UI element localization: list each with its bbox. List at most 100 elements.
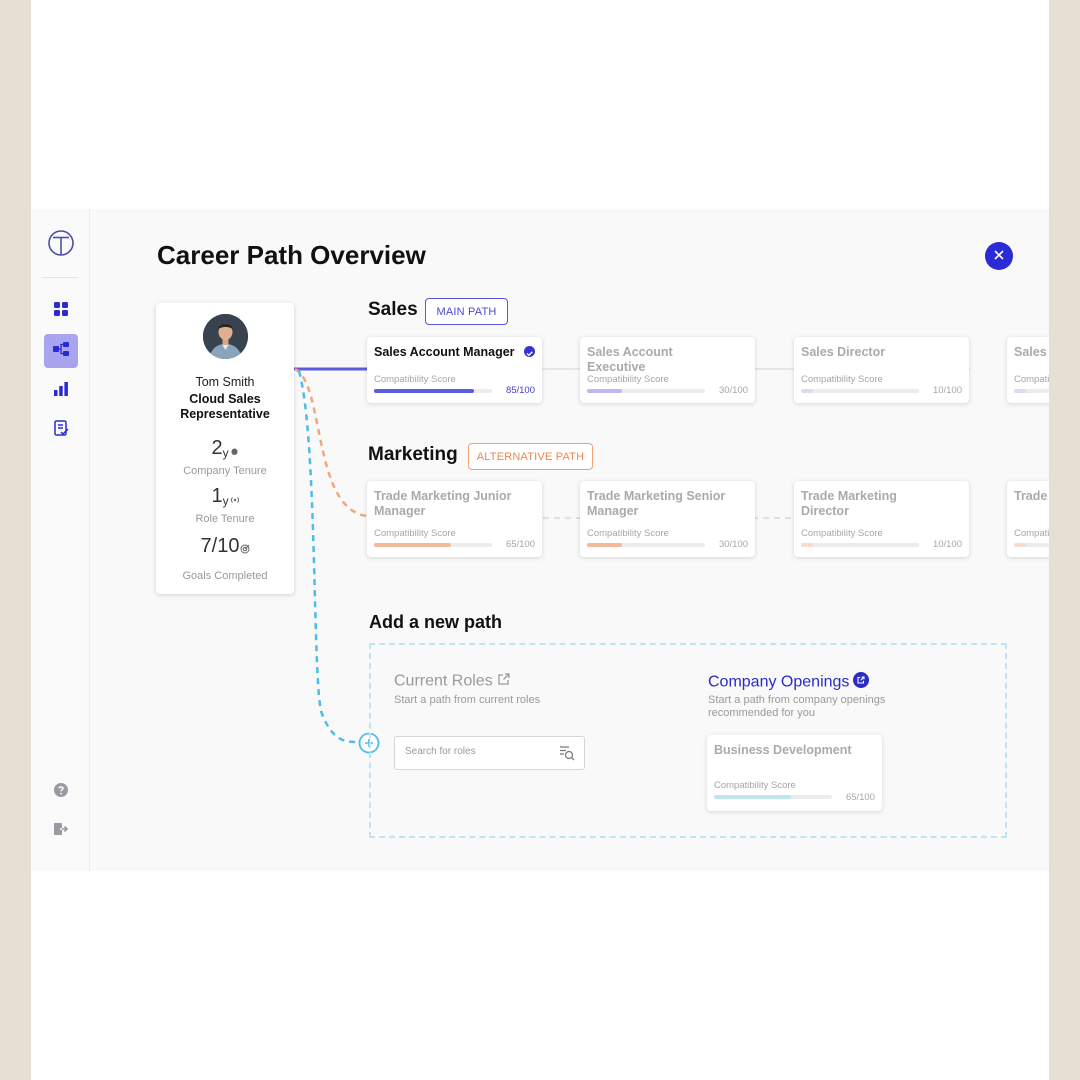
card-title: Sales Account Manager — [374, 345, 515, 359]
company-tenure-value: 2y — [156, 437, 294, 460]
add-path-panel: Current Roles Start a path from current … — [369, 643, 1007, 838]
card-score: 65/100 — [845, 792, 875, 803]
score-bar-fill — [801, 389, 813, 393]
grid-icon — [53, 301, 69, 322]
check-circle-icon — [524, 346, 535, 357]
role-search-input[interactable] — [405, 746, 545, 757]
score-bar — [801, 389, 919, 393]
card-score: 85/100 — [505, 385, 535, 396]
card-title: Trade — [1014, 489, 1048, 503]
path-card-sales-2[interactable]: Sales Director Compatibility Score 10/10… — [794, 337, 969, 403]
app-window: Career Path Overview Tom Smith Cloud Sal… — [31, 209, 1049, 871]
score-bar-fill — [801, 543, 813, 547]
flow-icon — [52, 341, 70, 362]
opening-card-business-development[interactable]: Business Development Compatibility Score… — [707, 735, 882, 811]
role-search-field[interactable] — [394, 736, 585, 770]
card-title: Trade Marketing Junior Manager — [374, 489, 512, 518]
main-path-tag: MAIN PATH — [425, 298, 508, 325]
sidebar — [31, 209, 90, 871]
marketing-path-title: Marketing — [368, 444, 458, 465]
path-card-marketing-1[interactable]: Trade Marketing Senior Manager Compatibi… — [580, 481, 755, 557]
profile-card: Tom Smith Cloud Sales Representative 2y … — [156, 303, 294, 594]
card-score: 65/100 — [505, 539, 535, 550]
score-bar-fill — [587, 543, 623, 547]
card-score-label: Compatibility Score — [1014, 528, 1049, 539]
path-card-marketing-3[interactable]: Trade Compatibility Score — [1007, 481, 1049, 557]
sidebar-item-logout[interactable] — [44, 814, 78, 848]
card-score-label: Compatibility Score — [587, 374, 669, 385]
goals-completed-value: 7/10 — [156, 535, 294, 558]
path-card-marketing-0[interactable]: Trade Marketing Junior Manager Compatibi… — [367, 481, 542, 557]
page-title: Career Path Overview — [157, 240, 426, 270]
score-bar — [1014, 389, 1049, 393]
sidebar-item-help[interactable] — [44, 775, 78, 809]
profile-role: Cloud Sales Representative — [180, 392, 270, 421]
goals-completed-label: Goals Completed — [182, 570, 268, 582]
card-score: 30/100 — [718, 385, 748, 396]
avatar — [203, 314, 248, 359]
current-roles-title[interactable]: Current Roles — [394, 672, 511, 691]
path-card-sales-0[interactable]: Sales Account Manager Compatibility Scor… — [367, 337, 542, 403]
card-title: Trade Marketing Senior Manager — [587, 489, 726, 518]
card-score: 10/100 — [932, 385, 962, 396]
sidebar-item-dashboard[interactable] — [44, 294, 78, 328]
score-bar — [587, 389, 705, 393]
score-bar-fill — [374, 543, 451, 547]
score-bar-fill — [1014, 389, 1026, 393]
company-openings-title[interactable]: Company Openings — [708, 672, 870, 693]
alternative-path-tag: ALTERNATIVE PATH — [468, 443, 593, 470]
score-bar-fill — [714, 795, 791, 799]
role-tenure-label: Role Tenure — [195, 513, 255, 525]
current-roles-desc: Start a path from current roles — [394, 694, 541, 706]
card-score-label: Compatibility Score — [587, 528, 669, 539]
tenure-icon — [230, 439, 239, 455]
card-score: 30/100 — [718, 539, 748, 550]
score-bar — [587, 543, 705, 547]
path-card-sales-3[interactable]: Sales Compatibility Score — [1007, 337, 1049, 403]
close-icon — [994, 247, 1004, 265]
sales-path-title: Sales — [368, 299, 418, 320]
signal-icon — [230, 487, 239, 503]
card-score-label: Compatibility Score — [714, 780, 796, 791]
score-bar — [714, 795, 832, 799]
search-list-icon[interactable] — [559, 745, 575, 766]
card-score-label: Compatibility Score — [801, 528, 883, 539]
path-card-marketing-2[interactable]: Trade Marketing Director Compatibility S… — [794, 481, 969, 557]
card-title: Trade Marketing Director — [801, 489, 897, 518]
card-title: Sales Account Executive — [587, 345, 673, 374]
score-bar — [374, 389, 492, 393]
sidebar-item-analytics[interactable] — [44, 374, 78, 408]
score-bar — [1014, 543, 1049, 547]
score-bar-fill — [587, 389, 623, 393]
help-icon — [53, 782, 69, 803]
score-bar — [801, 543, 919, 547]
bar-chart-icon — [53, 381, 69, 402]
target-icon — [240, 537, 250, 554]
main-content: Career Path Overview Tom Smith Cloud Sal… — [90, 209, 1049, 871]
card-score-label: Compatibility Score — [374, 528, 456, 539]
sidebar-item-tasks[interactable] — [44, 413, 78, 447]
sidebar-item-career-paths[interactable] — [44, 334, 78, 368]
logout-icon — [53, 821, 69, 842]
score-bar — [374, 543, 492, 547]
external-link-icon — [497, 672, 511, 691]
external-link-icon — [853, 672, 870, 693]
path-card-sales-1[interactable]: Sales Account Executive Compatibility Sc… — [580, 337, 755, 403]
close-button[interactable] — [985, 242, 1013, 270]
role-tenure-value: 1y — [156, 485, 294, 508]
card-score-label: Compatibility Score — [1014, 374, 1049, 385]
score-bar-fill — [1014, 543, 1026, 547]
sidebar-divider — [42, 277, 78, 278]
card-title: Business Development — [714, 743, 852, 757]
logo-t-icon[interactable] — [47, 229, 75, 257]
score-bar-fill — [374, 389, 475, 393]
profile-name: Tom Smith — [195, 375, 255, 389]
checklist-icon — [53, 419, 69, 441]
company-openings-desc: Start a path from company openings recom… — [708, 694, 886, 719]
card-score: 10/100 — [932, 539, 962, 550]
card-score-label: Compatibility Score — [374, 374, 456, 385]
card-title: Sales — [1014, 345, 1047, 359]
card-score-label: Compatibility Score — [801, 374, 883, 385]
add-path-title: Add a new path — [369, 612, 503, 632]
company-tenure-label: Company Tenure — [183, 465, 267, 477]
